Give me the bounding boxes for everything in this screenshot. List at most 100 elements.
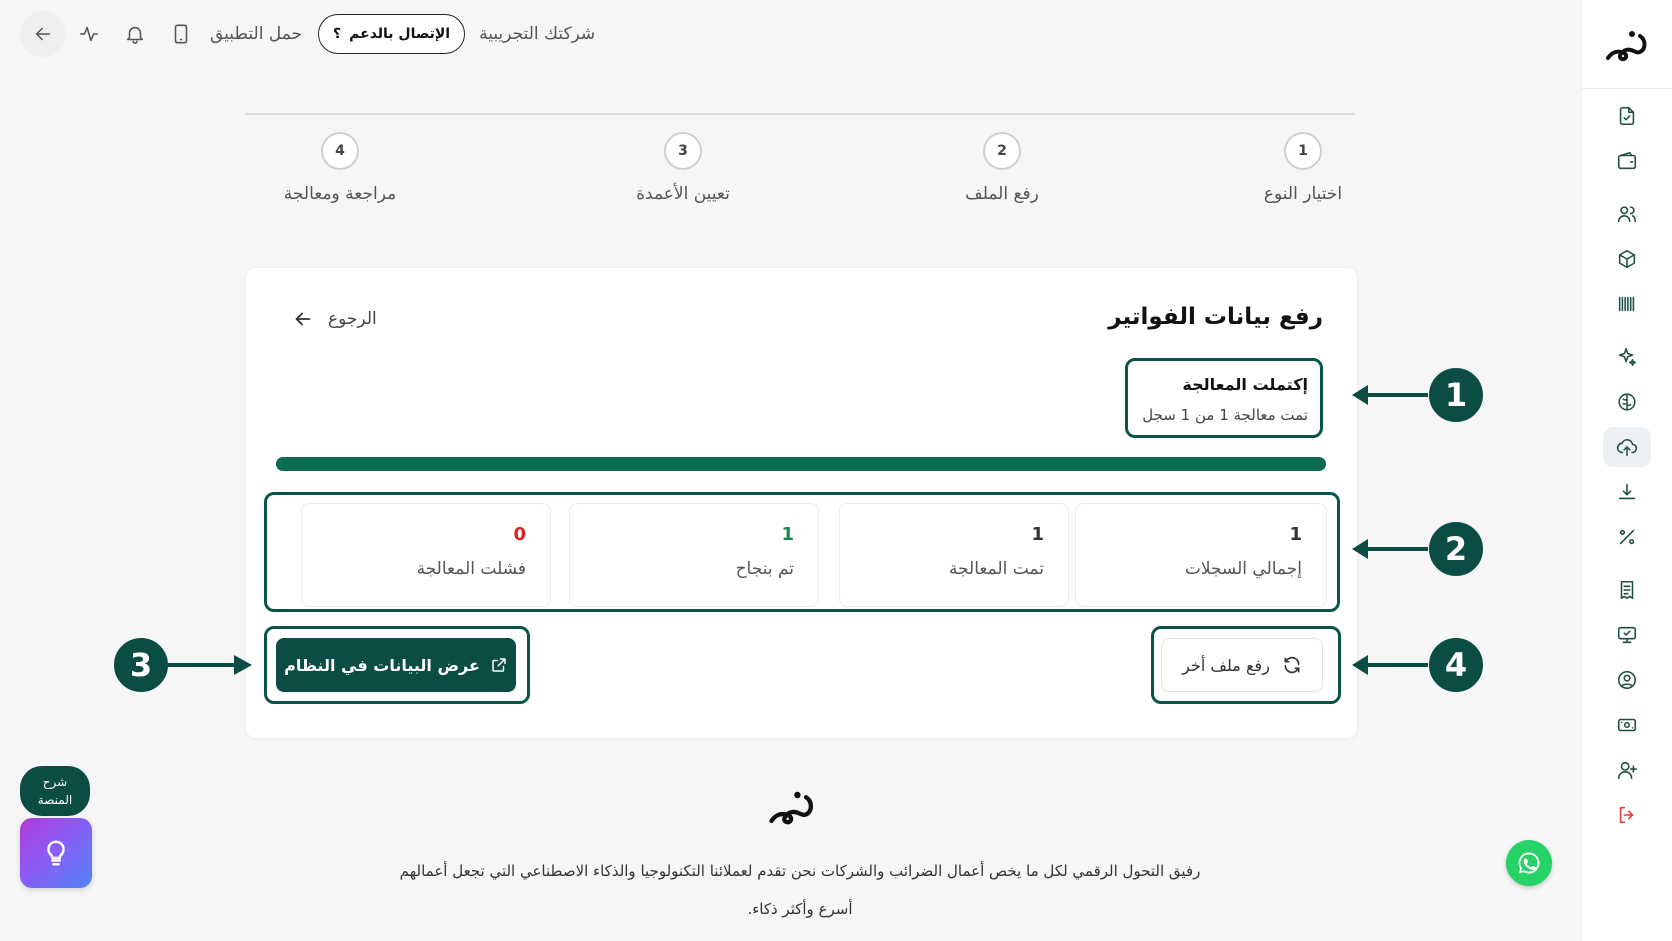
step-label: اختيار النوع [1263,184,1343,204]
step-4: 4 مراجعة ومعالجة [230,132,450,204]
sidebar [1581,0,1672,941]
barcode-icon [1618,296,1635,312]
step-3: 3 تعيين الأعمدة [573,132,793,204]
platform-guide-line-2: المنصة [37,793,73,807]
mobile-app-button[interactable] [158,11,204,57]
wallet-icon [1617,151,1637,170]
sidebar-item-brain[interactable] [1603,382,1651,422]
sidebar-item-payments[interactable] [1603,705,1651,745]
callout-badge-4: 4 [1429,638,1483,692]
step-number: 3 [664,132,702,170]
footer-logo [765,786,819,834]
download-app-link[interactable]: حمل التطبيق [210,24,302,44]
stat-value: 0 [513,524,526,545]
stat-value: 1 [1031,524,1044,545]
external-link-icon [492,658,506,672]
sparkles-icon [1618,347,1637,367]
cloud-upload-icon [1616,439,1638,457]
sidebar-item-barcode[interactable] [1603,284,1651,324]
sidebar-item-invoices[interactable] [1603,570,1651,610]
step-number: 4 [321,132,359,170]
stat-value: 1 [781,524,794,545]
status-title: إكتملت المعالجة [1182,375,1308,394]
activity-button[interactable] [66,11,112,57]
activity-icon [79,26,99,42]
bell-icon [126,26,144,44]
callout-badge-2: 2 [1429,522,1483,576]
view-data-button[interactable]: عرض البيانات في النظام [276,638,516,692]
sidebar-item-documents[interactable] [1603,96,1651,136]
whatsapp-icon [1518,852,1540,874]
step-label: رفع الملف [965,184,1039,204]
brand-logo[interactable] [1582,26,1672,66]
stat-label: تم بنجاح [735,559,794,579]
step-2: 2 رفع الملف [892,132,1112,204]
stepper-track [245,113,1355,115]
users-icon [1617,206,1637,223]
sidebar-nav [1582,96,1672,840]
platform-guide-line-1: شرح [42,775,68,789]
sidebar-item-products[interactable] [1603,239,1651,279]
sidebar-item-tax[interactable] [1603,517,1651,557]
platform-guide-button[interactable] [20,818,92,888]
stat-processed: 1 تمت المعالجة [839,503,1069,607]
status-subtitle: تمت معالجة 1 من 1 سجل [1142,406,1308,424]
step-number: 2 [983,132,1021,170]
logout-icon [1619,806,1634,824]
user-circle-icon [1617,670,1637,690]
user-plus-icon [1617,761,1637,780]
brand-logo-icon [1606,31,1647,62]
return-label: الرجوع [328,309,377,329]
sidebar-item-monitor[interactable] [1603,615,1651,655]
sidebar-item-wallet[interactable] [1603,141,1651,181]
document-check-icon [1619,106,1635,126]
back-button[interactable] [20,11,66,57]
contact-support-button[interactable]: الإتصال بالدعم ؟ [318,14,466,54]
callout-arrow-3 [168,650,254,684]
stat-label: إجمالي السجلات [1184,559,1302,579]
step-label: تعيين الأعمدة [636,184,730,204]
stat-label: فشلت المعالجة [416,559,526,579]
sidebar-divider [1582,88,1672,89]
sidebar-item-add-user[interactable] [1603,750,1651,790]
callout-arrow-2 [1350,534,1430,568]
sidebar-item-logout[interactable] [1603,795,1651,835]
progress-bar [276,457,1326,471]
processing-status: إكتملت المعالجة تمت معالجة 1 من 1 سجل [1125,358,1323,438]
banknote-icon [1617,718,1637,732]
step-1: 1 اختيار النوع [1193,132,1413,204]
stat-failed: 0 فشلت المعالجة [301,503,551,607]
view-data-label: عرض البيانات في النظام [284,655,480,675]
callout-arrow-4 [1350,650,1430,684]
stat-succeeded: 1 تم بنجاح [569,503,819,607]
percent-icon [1619,529,1635,545]
sidebar-item-account[interactable] [1603,660,1651,700]
smartphone-icon [174,24,188,44]
company-name: شركتك التجريبية [479,24,596,44]
return-button[interactable]: الرجوع [292,308,377,330]
footer-line-1: رفيق التحول الرقمي لكل ما يخص أعمال الضر… [399,862,1201,880]
platform-guide-tag[interactable]: شرح المنصة [20,766,90,816]
contact-support-label: الإتصال بالدعم [349,26,451,42]
sidebar-item-download[interactable] [1603,472,1651,512]
sidebar-item-ai[interactable] [1603,337,1651,377]
notifications-button[interactable] [112,11,158,57]
arrow-left-icon [35,27,51,41]
download-icon [1618,483,1636,500]
page-title: رفع بيانات الفواتير [1108,304,1323,330]
stat-total-records: 1 إجمالي السجلات [1075,503,1327,607]
upload-another-button[interactable]: رفع ملف أخر [1161,638,1323,692]
refresh-icon [1284,656,1300,674]
lightbulb-icon [47,840,65,866]
step-label: مراجعة ومعالجة [283,184,397,204]
stat-value: 1 [1289,524,1302,545]
upload-card: رفع بيانات الفواتير الرجوع إكتملت المعال… [246,268,1357,738]
sidebar-item-users[interactable] [1603,194,1651,234]
stat-label: تمت المعالجة [948,559,1044,579]
monitor-check-icon [1617,626,1637,644]
question-mark-icon: ؟ [333,26,342,42]
whatsapp-button[interactable] [1506,840,1552,886]
sidebar-item-upload[interactable] [1603,427,1651,467]
callout-badge-1: 1 [1429,368,1483,422]
topbar: حمل التطبيق الإتصال بالدعم ؟ شركتك التجر… [20,11,596,57]
